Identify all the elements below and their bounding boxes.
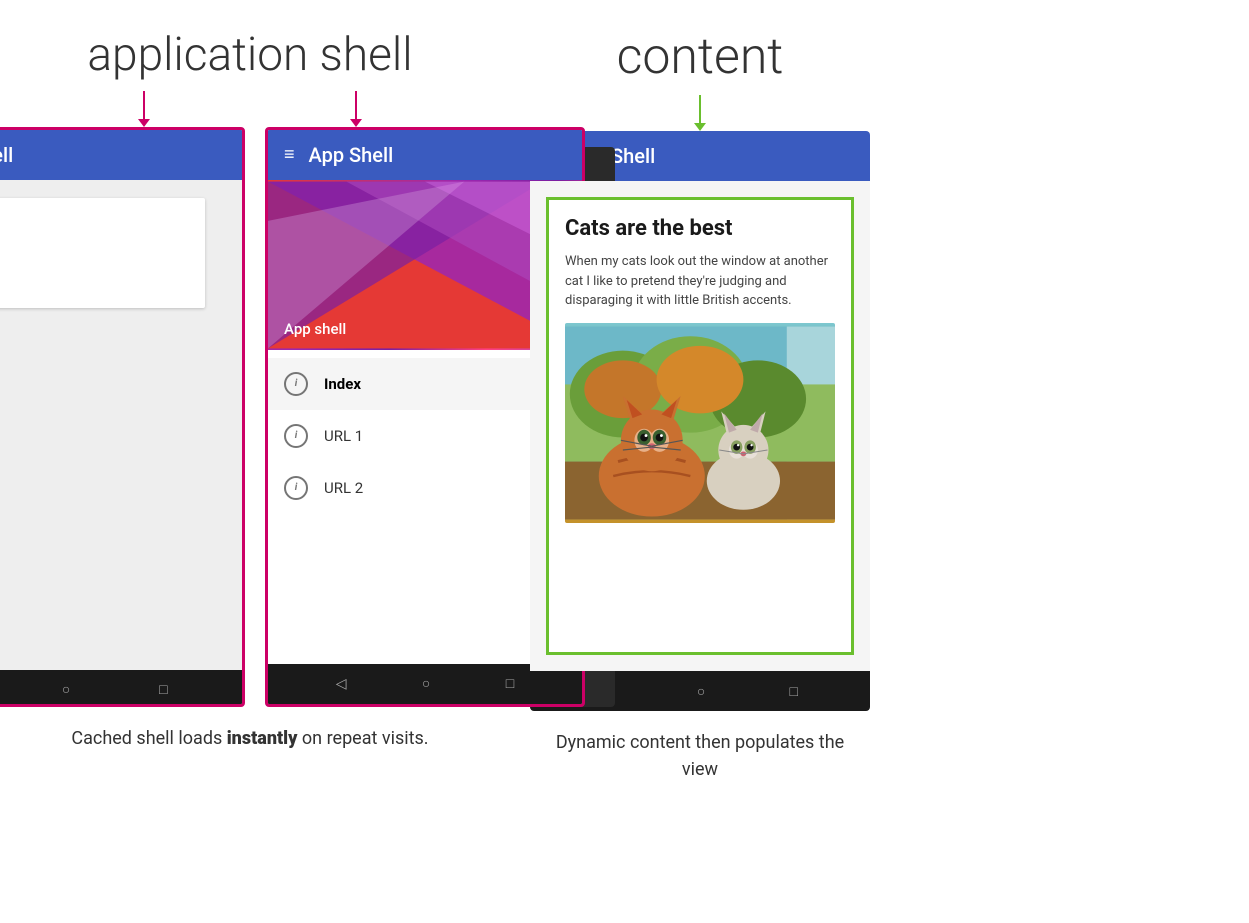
phone2-header: ≡ App Shell bbox=[268, 130, 582, 180]
phone1-card bbox=[0, 198, 205, 308]
phones-row: ≡ App Shell ◁ ○ □ bbox=[0, 127, 615, 707]
item-label-url2: URL 2 bbox=[324, 479, 363, 497]
content-arrow-head bbox=[694, 123, 706, 131]
cat-image bbox=[565, 323, 835, 523]
content-arrow-line bbox=[699, 95, 701, 123]
phone1-navbar: ◁ ○ □ bbox=[0, 670, 242, 707]
right-caption: Dynamic content then populates the view bbox=[540, 729, 860, 783]
content-label: content bbox=[617, 30, 784, 85]
home-icon-2: ○ bbox=[422, 675, 430, 692]
item-label-url1: URL 1 bbox=[324, 427, 363, 445]
arrow-head-left bbox=[138, 119, 150, 127]
item-icon-url1: i bbox=[284, 424, 308, 448]
recent-icon-3: □ bbox=[789, 683, 797, 700]
arrow-right bbox=[350, 91, 362, 127]
arrow-line-left bbox=[143, 91, 145, 119]
phone1-body bbox=[0, 180, 242, 670]
back-icon-2: ◁ bbox=[336, 676, 347, 692]
arrow-line-right bbox=[355, 91, 357, 119]
application-shell-label: application shell bbox=[87, 30, 412, 81]
drawer-image-label: App shell bbox=[284, 320, 346, 338]
instantly-text: instantly bbox=[227, 728, 298, 749]
recent-icon-1: □ bbox=[159, 681, 167, 698]
arrow-head-right bbox=[350, 119, 362, 127]
recent-icon-2: □ bbox=[506, 675, 514, 692]
content-box: Cats are the best When my cats look out … bbox=[546, 197, 854, 655]
left-caption: Cached shell loads instantly on repeat v… bbox=[71, 725, 428, 752]
main-container: application shell ≡ App Shell bbox=[0, 0, 1249, 923]
phone1-frame: ≡ App Shell ◁ ○ □ bbox=[0, 127, 245, 707]
phone1-header: ≡ App Shell bbox=[0, 130, 242, 180]
phone3-frame: ≡ App Shell Cats are the best When my ca… bbox=[530, 131, 870, 711]
menu-icon-2: ≡ bbox=[284, 144, 295, 165]
home-icon-3: ○ bbox=[697, 683, 705, 700]
left-section: application shell ≡ App Shell bbox=[40, 30, 460, 752]
item-icon-url2: i bbox=[284, 476, 308, 500]
item-icon-index: i bbox=[284, 372, 308, 396]
item-label-index: Index bbox=[324, 375, 361, 393]
home-icon-1: ○ bbox=[62, 681, 70, 698]
content-text: When my cats look out the window at anot… bbox=[565, 252, 835, 311]
arrows-row bbox=[138, 91, 362, 127]
content-arrow bbox=[694, 95, 706, 131]
arrow-left bbox=[138, 91, 150, 127]
phone1-title: App Shell bbox=[0, 143, 13, 167]
phone2-title: App Shell bbox=[309, 143, 394, 167]
phone3-body: Cats are the best When my cats look out … bbox=[530, 181, 870, 671]
content-title: Cats are the best bbox=[565, 216, 835, 242]
cat-scene-svg bbox=[565, 323, 835, 523]
